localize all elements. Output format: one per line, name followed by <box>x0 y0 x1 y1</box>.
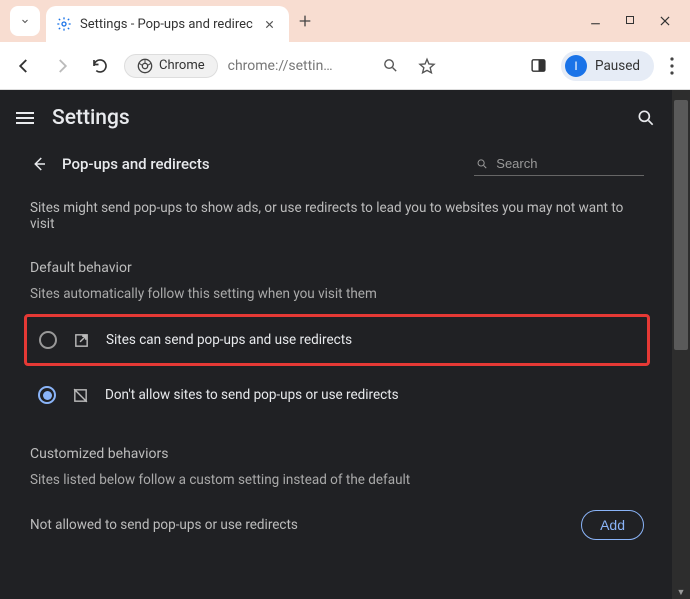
side-panel-button[interactable] <box>525 53 551 79</box>
subheader-title: Pop-ups and redirects <box>62 155 210 173</box>
window-controls <box>589 14 686 28</box>
subheader: Pop-ups and redirects <box>30 152 644 176</box>
back-to-content-button[interactable] <box>30 155 48 173</box>
maximize-icon <box>624 14 636 26</box>
minimize-icon <box>589 14 602 27</box>
option-allow-popups[interactable]: Sites can send pop-ups and use redirects <box>31 317 643 363</box>
chrome-icon <box>137 58 153 74</box>
block-popup-icon <box>72 387 89 404</box>
chevron-down-icon <box>19 15 31 27</box>
settings-search-field[interactable] <box>474 152 644 176</box>
not-allowed-label: Not allowed to send pop-ups or use redir… <box>30 517 298 533</box>
default-behavior-title: Default behavior <box>30 260 644 276</box>
minimize-button[interactable] <box>589 14 602 28</box>
search-icon <box>476 157 488 171</box>
kebab-icon <box>670 57 674 75</box>
option-label: Sites can send pop-ups and use redirects <box>106 332 352 348</box>
avatar: I <box>565 55 587 77</box>
arrow-right-icon <box>53 57 71 75</box>
browser-tab[interactable]: Settings - Pop-ups and redirec <box>46 6 289 42</box>
radio-button[interactable] <box>38 386 56 404</box>
highlighted-option: Sites can send pop-ups and use redirects <box>24 314 650 366</box>
plus-icon <box>297 13 313 29</box>
search-icon <box>636 108 656 128</box>
option-label: Don't allow sites to send pop-ups or use… <box>105 387 399 403</box>
back-button[interactable] <box>10 52 38 80</box>
reload-icon <box>91 57 109 75</box>
browser-toolbar: Chrome chrome://settin… I Paused <box>0 42 690 90</box>
reload-button[interactable] <box>86 52 114 80</box>
option-block-popups[interactable]: Don't allow sites to send pop-ups or use… <box>30 372 644 418</box>
gear-icon <box>56 16 72 32</box>
zoom-button[interactable] <box>378 53 404 79</box>
arrow-left-icon <box>30 155 48 173</box>
page-title: Settings <box>52 106 130 130</box>
magnifier-icon <box>382 57 399 74</box>
profile-status: Paused <box>595 58 640 74</box>
customized-subtitle: Sites listed below follow a custom setti… <box>30 472 644 488</box>
bookmark-button[interactable] <box>414 53 440 79</box>
star-icon <box>418 57 436 75</box>
tab-dropdown-button[interactable] <box>10 6 40 36</box>
settings-content: Pop-ups and redirects Sites might send p… <box>0 146 672 560</box>
not-allowed-section: Not allowed to send pop-ups or use redir… <box>30 510 644 540</box>
panel-icon <box>530 57 547 74</box>
page-description: Sites might send pop-ups to show ads, or… <box>30 200 644 232</box>
maximize-button[interactable] <box>624 14 636 28</box>
tab-close-button[interactable] <box>261 19 279 30</box>
customized-title: Customized behaviors <box>30 446 644 462</box>
address-bar[interactable]: chrome://settin… <box>228 58 368 74</box>
close-icon <box>264 19 275 30</box>
scrollbar-thumb[interactable] <box>674 100 688 350</box>
scrollbar-down-button[interactable]: ▼ <box>672 585 690 599</box>
scrollbar[interactable]: ▼ <box>672 90 690 599</box>
close-window-button[interactable] <box>658 14 672 28</box>
radio-button[interactable] <box>39 331 57 349</box>
open-external-icon <box>73 332 90 349</box>
header-search-button[interactable] <box>636 108 656 128</box>
tab-strip: Settings - Pop-ups and redirec <box>0 0 690 42</box>
settings-header: Settings <box>0 90 672 146</box>
menu-toggle-button[interactable] <box>16 112 34 124</box>
settings-page: Settings Pop-ups and redirects Sites mig… <box>0 90 672 599</box>
menu-button[interactable] <box>664 57 680 75</box>
forward-button[interactable] <box>48 52 76 80</box>
site-identity-label: Chrome <box>159 58 205 73</box>
site-identity-pill[interactable]: Chrome <box>124 54 218 78</box>
tab-title: Settings - Pop-ups and redirec <box>80 17 253 32</box>
profile-button[interactable]: I Paused <box>561 51 654 81</box>
arrow-left-icon <box>15 57 33 75</box>
add-site-button[interactable]: Add <box>581 510 644 540</box>
close-icon <box>658 14 672 28</box>
new-tab-button[interactable] <box>297 13 313 29</box>
settings-search-input[interactable] <box>496 156 642 171</box>
default-behavior-subtitle: Sites automatically follow this setting … <box>30 286 644 302</box>
